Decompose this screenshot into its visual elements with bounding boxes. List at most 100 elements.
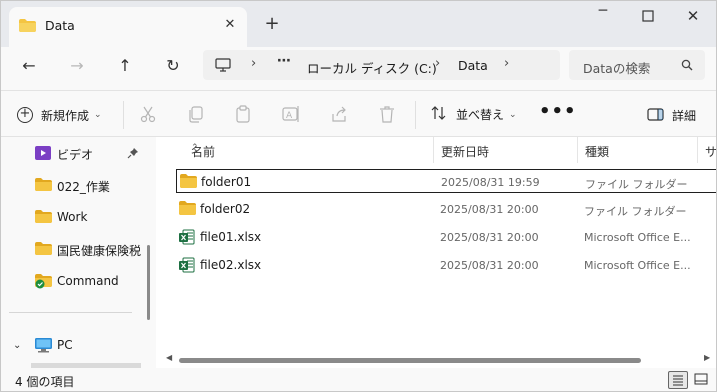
svg-text:A: A (286, 111, 293, 121)
breadcrumb-separator[interactable]: › (435, 56, 440, 71)
paste-icon[interactable] (233, 104, 255, 124)
tab-title: Data (45, 18, 75, 33)
folder-icon (35, 210, 52, 226)
details-view-button[interactable] (668, 371, 688, 389)
computer-icon (35, 338, 52, 356)
close-window-button[interactable]: ✕ (671, 5, 715, 27)
file-name: folder01 (201, 175, 252, 189)
share-icon[interactable] (329, 104, 351, 124)
file-explorer-window: Data ✕ + ─ ✕ ← → ↑ ↻ › ⋯ ローカル ディスク (C:) … (0, 0, 717, 392)
chevron-down-icon: ⌄ (509, 109, 517, 120)
chevron-down-icon: ⌄ (94, 110, 102, 120)
column-header-label: 更新日時 (441, 145, 490, 159)
scroll-right-icon[interactable]: ▶ (704, 353, 710, 362)
details-pane-button[interactable]: 詳細 (647, 107, 696, 124)
breadcrumb-local-disk[interactable]: ローカル ディスク (C:) (307, 58, 437, 77)
sidebar-divider (9, 312, 132, 313)
folder-icon (35, 178, 52, 194)
new-button-label: 新規作成 (41, 108, 90, 123)
file-type: Microsoft Office E... (584, 259, 691, 272)
column-header-type[interactable]: 種類 (577, 137, 697, 163)
new-button[interactable]: + 新規作成 ⌄ (17, 105, 102, 125)
more-options-button[interactable]: ••• (539, 101, 577, 122)
content-area: ビデオ 022_作業 Work 国民健康保険税 Command ⌄ PC 名前 … (1, 136, 717, 369)
column-header-label: サイ (705, 145, 717, 159)
title-bar: Data ✕ + ─ ✕ (1, 1, 716, 47)
file-date: 2025/08/31 20:00 (440, 259, 539, 272)
breadcrumb-overflow-button[interactable]: ⋯ (277, 53, 291, 69)
computer-icon (215, 58, 231, 75)
command-bar: + 新規作成 ⌄ A 並べ替え ⌄ ••• 詳細 (1, 90, 716, 136)
search-box[interactable]: Dataの検索 (569, 50, 705, 80)
forward-button[interactable]: → (63, 55, 91, 77)
synced-folder-icon (35, 274, 52, 292)
table-row[interactable]: folder01 2025/08/31 19:59 ファイル フォルダー (176, 169, 716, 193)
folder-icon (179, 201, 196, 218)
sidebar-item-022-work[interactable]: 022_作業 (1, 171, 146, 199)
item-count: 4 個の項目 (15, 375, 75, 389)
folder-icon (35, 242, 52, 258)
table-row[interactable]: file01.xlsx 2025/08/31 20:00 Microsoft O… (176, 225, 716, 249)
tab-close-button[interactable]: ✕ (221, 16, 239, 34)
sidebar-item-label: Command (57, 274, 119, 288)
sidebar-item-videos[interactable]: ビデオ (1, 139, 146, 167)
refresh-button[interactable]: ↻ (159, 55, 187, 77)
file-type: Microsoft Office E... (584, 231, 691, 244)
scrollbar-thumb[interactable] (179, 358, 641, 363)
breadcrumb-separator[interactable]: › (251, 56, 256, 71)
cut-icon[interactable] (138, 104, 160, 124)
file-name: folder02 (200, 202, 251, 216)
sidebar-item-work[interactable]: Work (1, 203, 146, 231)
column-header-size[interactable]: サイ (697, 137, 717, 163)
file-type: ファイル フォルダー (584, 205, 687, 218)
scroll-left-icon[interactable]: ◀ (166, 353, 172, 362)
chevron-up-icon: ⌃ (191, 143, 199, 153)
up-button[interactable]: ↑ (111, 55, 139, 77)
folder-icon (19, 19, 36, 35)
chevron-down-icon[interactable]: ⌄ (13, 340, 21, 351)
details-pane-label: 詳細 (672, 109, 697, 123)
breadcrumb-separator[interactable]: › (504, 56, 509, 71)
sort-button[interactable]: 並べ替え ⌄ (431, 105, 517, 124)
back-button[interactable]: ← (15, 55, 43, 77)
new-tab-button[interactable]: + (262, 14, 282, 34)
tab-data[interactable]: Data ✕ (9, 7, 247, 47)
large-icons-view-button[interactable] (692, 371, 712, 389)
sidebar-item-label: 022_作業 (57, 180, 110, 194)
search-icon (681, 59, 693, 74)
file-date: 2025/08/31 20:00 (440, 203, 539, 216)
rename-icon[interactable]: A (281, 104, 303, 124)
minimize-button[interactable]: ─ (581, 3, 625, 25)
copy-icon[interactable] (186, 104, 208, 124)
sidebar-item-label: Work (57, 210, 88, 224)
sort-icon (431, 105, 447, 124)
file-type: ファイル フォルダー (585, 178, 688, 191)
horizontal-scrollbar[interactable]: ◀ ▶ (161, 353, 716, 367)
sidebar-item-pc[interactable]: ⌄ PC (1, 331, 146, 359)
file-name: file02.xlsx (200, 258, 262, 272)
excel-file-icon (179, 229, 195, 248)
maximize-button[interactable] (626, 5, 670, 27)
sidebar-item-label: ビデオ (57, 148, 94, 162)
navigation-pane: ビデオ 022_作業 Work 国民健康保険税 Command ⌄ PC (1, 137, 156, 369)
address-bar[interactable]: › ⋯ ローカル ディスク (C:) › Data › (203, 50, 560, 80)
details-pane-icon (647, 107, 664, 124)
column-header-name[interactable]: 名前 ⌃ (183, 137, 433, 163)
breadcrumb-data[interactable]: Data (458, 58, 488, 73)
table-row[interactable]: file02.xlsx 2025/08/31 20:00 Microsoft O… (176, 253, 716, 277)
sidebar-item-label: 国民健康保険税 (57, 244, 142, 258)
column-header-date[interactable]: 更新日時 (433, 137, 577, 163)
sidebar-scrollbar[interactable] (147, 245, 150, 320)
sidebar-item-command[interactable]: Command (1, 267, 146, 295)
sidebar-item-label: PC (57, 338, 73, 352)
plus-icon: + (17, 107, 33, 123)
command-divider (415, 101, 416, 129)
file-list: 名前 ⌃ 更新日時 種類 サイ folder01 2025/08/31 19:5… (161, 137, 717, 369)
delete-icon[interactable] (377, 104, 399, 124)
sort-button-label: 並べ替え (456, 108, 505, 122)
column-header-label: 種類 (585, 145, 610, 159)
table-row[interactable]: folder02 2025/08/31 20:00 ファイル フォルダー (176, 197, 716, 221)
sidebar-item-health-insurance[interactable]: 国民健康保険税 (1, 235, 146, 263)
file-name: file01.xlsx (200, 230, 262, 244)
navigation-bar: ← → ↑ ↻ › ⋯ ローカル ディスク (C:) › Data › Data… (1, 47, 716, 87)
